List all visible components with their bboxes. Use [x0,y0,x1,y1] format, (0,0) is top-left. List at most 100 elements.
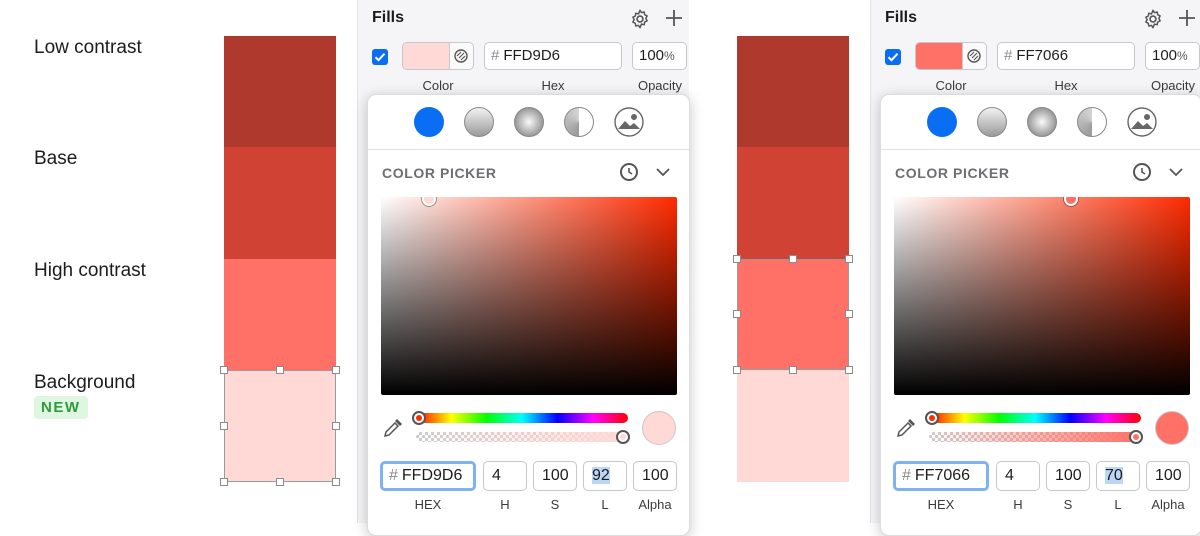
image-fill-icon[interactable] [1127,107,1157,137]
chevron-down-icon[interactable] [1167,163,1185,181]
hue-input[interactable]: 4 [483,461,527,491]
hue-input[interactable]: 4 [996,461,1040,491]
resize-handle[interactable] [789,255,797,263]
lightness-value: 70 [1105,467,1123,484]
fill-color-well[interactable] [402,42,450,70]
plus-icon[interactable] [1177,8,1197,28]
alpha-input[interactable]: 100 [1146,461,1190,491]
saturation-input[interactable]: 100 [1046,461,1090,491]
lightness-input[interactable]: 70 [1096,461,1140,491]
hue-knob[interactable] [412,411,426,425]
fill-color-well[interactable] [915,42,963,70]
alpha-input-label: Alpha [638,497,672,512]
alpha-knob[interactable] [1129,430,1143,444]
swatch-base[interactable] [737,147,849,259]
plus-icon[interactable] [664,8,684,28]
image-fill-icon[interactable] [614,107,644,137]
color-variable-button[interactable] [450,42,474,70]
hex-value: FFD9D6 [503,47,561,64]
radial-gradient-icon[interactable] [514,107,544,137]
solid-fill-icon[interactable] [927,107,957,137]
checkmark-icon [374,53,386,62]
swatch-base[interactable] [224,147,336,259]
fills-title: Fills [885,9,918,26]
hue-input-label: H [1013,497,1023,512]
hex-input-label: HEX [927,497,955,512]
clock-hands [1141,168,1146,175]
resize-handle[interactable] [845,255,853,263]
color-preview [642,411,676,445]
solid-fill-icon[interactable] [414,107,444,137]
swatch-background[interactable] [737,370,849,482]
resize-handle[interactable] [733,366,741,374]
fill-enabled-checkbox[interactable] [372,49,388,65]
color-knob[interactable] [1064,197,1078,206]
gear-icon[interactable] [629,8,651,30]
alpha-slider[interactable] [416,430,630,444]
saturation-lightness-area[interactable] [381,197,677,395]
resize-handle[interactable] [789,366,797,374]
hex-label: Hex [1054,78,1078,93]
color-label: Color [935,78,967,93]
history-clock-icon[interactable] [620,163,638,181]
hex-field[interactable]: # FF7066 [997,42,1135,70]
resize-handle[interactable] [845,310,853,318]
resize-handle[interactable] [276,366,284,374]
resize-handle[interactable] [845,366,853,374]
resize-handle[interactable] [332,422,340,430]
linear-gradient-icon[interactable] [464,107,494,137]
angular-gradient-icon[interactable] [564,107,594,137]
color-knob[interactable] [422,197,436,206]
linear-gradient-icon[interactable] [977,107,1007,137]
hex-field[interactable]: # FFD9D6 [484,42,622,70]
hue-value: 4 [1005,467,1014,484]
resize-handle[interactable] [220,366,228,374]
saturation-lightness-area[interactable] [894,197,1190,395]
angular-gradient-icon[interactable] [1077,107,1107,137]
opacity-field[interactable]: 100% [632,42,687,70]
resize-handle[interactable] [332,478,340,486]
alpha-slider[interactable] [929,430,1143,444]
color-picker-popover: COLOR PICKER # FFD9D6 4 100 92 100 HEX H … [367,94,690,536]
alpha-input[interactable]: 100 [633,461,677,491]
eyedropper-icon[interactable] [895,417,917,439]
alpha-knob[interactable] [616,430,630,444]
color-picker-popover: COLOR PICKER # FF7066 4 100 70 100 HEX H … [880,94,1200,536]
swatch-high-contrast[interactable] [224,259,336,370]
eyedropper-icon[interactable] [382,417,404,439]
color-variable-button[interactable] [963,42,987,70]
lightness-input-label: L [601,497,609,512]
lightness-value: 92 [592,467,610,484]
hex-value: FF7066 [1016,47,1069,64]
radial-gradient-icon[interactable] [1027,107,1057,137]
resize-handle[interactable] [733,255,741,263]
selection-box [737,259,849,370]
hex-input[interactable]: # FF7066 [893,461,989,491]
resize-handle[interactable] [220,478,228,486]
hue-slider[interactable] [412,411,628,425]
fill-enabled-checkbox[interactable] [885,49,901,65]
alpha-value: 100 [1155,467,1182,484]
saturation-input[interactable]: 100 [533,461,577,491]
selection-box [224,370,336,482]
swatch-low-contrast[interactable] [737,36,849,147]
color-picker-title: COLOR PICKER [895,165,1010,181]
opacity-field[interactable]: 100% [1145,42,1200,70]
color-picker-title: COLOR PICKER [382,165,497,181]
alpha-value: 100 [642,467,669,484]
resize-handle[interactable] [276,478,284,486]
saturation-input-label: S [1063,497,1073,512]
swatch-low-contrast[interactable] [224,36,336,147]
hex-input[interactable]: # FFD9D6 [380,461,476,491]
hue-knob[interactable] [925,411,939,425]
hex-label: Hex [541,78,565,93]
opacity-value: 100 [1152,47,1178,64]
resize-handle[interactable] [220,422,228,430]
history-clock-icon[interactable] [1133,163,1151,181]
lightness-input[interactable]: 92 [583,461,627,491]
gear-icon[interactable] [1142,8,1164,30]
resize-handle[interactable] [733,310,741,318]
chevron-down-icon[interactable] [654,163,672,181]
hue-slider[interactable] [925,411,1141,425]
resize-handle[interactable] [332,366,340,374]
